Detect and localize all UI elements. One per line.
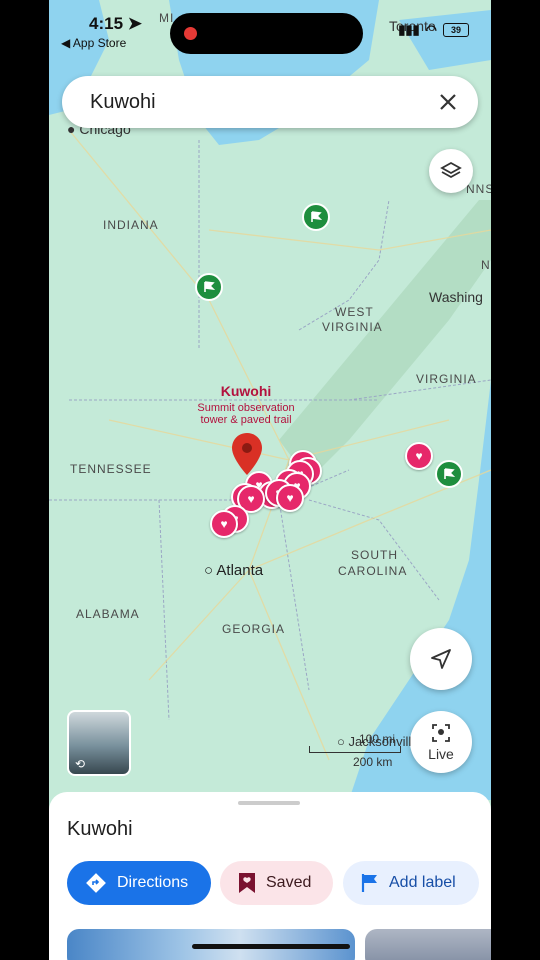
- saved-label: Saved: [266, 874, 312, 891]
- status-time: 4:15 ➤: [89, 14, 143, 33]
- live-view-icon: [432, 724, 450, 742]
- search-query[interactable]: Kuwohi: [90, 91, 156, 114]
- label-pennsylvania-fragment: NNSY: [466, 182, 491, 196]
- state-label-west-virginia: WEST: [335, 305, 374, 319]
- rotate-360-icon: ⟲: [75, 757, 86, 771]
- state-label-south-carolina-2: CAROLINA: [338, 564, 408, 578]
- recording-indicator-icon: [184, 27, 197, 40]
- state-label-alabama: ALABAMA: [76, 607, 140, 621]
- battery-icon: 39: [443, 23, 469, 37]
- my-location-button[interactable]: [410, 628, 472, 690]
- saved-bookmark-icon: [239, 873, 255, 893]
- live-view-label: Live: [428, 746, 454, 762]
- state-label-tennessee: TENNESSEE: [70, 462, 152, 476]
- add-label-button[interactable]: Add label: [343, 861, 479, 905]
- place-title: Kuwohi: [67, 818, 133, 840]
- state-label-west-virginia-2: VIRGINIA: [322, 320, 383, 334]
- saved-button[interactable]: Saved: [220, 861, 333, 905]
- poi-desc-line1: Summit observation: [197, 402, 295, 414]
- status-icons: ▮▮▮ ◠ 39: [398, 22, 469, 38]
- poi-name: Kuwohi: [220, 383, 272, 399]
- state-label-indiana: INDIANA: [103, 218, 159, 232]
- directions-icon: [86, 873, 106, 893]
- phone-screen: ● Chicago Toronto MI NNSY N INDIANA WEST…: [49, 0, 491, 960]
- state-label-virginia: VIRGINIA: [416, 372, 477, 386]
- place-bottom-sheet[interactable]: Kuwohi Directions Saved Add label: [49, 792, 491, 960]
- wifi-icon: ◠: [425, 22, 437, 37]
- flag-marker-icon[interactable]: [435, 460, 463, 488]
- flag-icon: [361, 874, 377, 892]
- layers-button[interactable]: [429, 149, 473, 193]
- navigation-arrow-icon: [431, 649, 451, 669]
- location-arrow-icon: ➤: [127, 14, 143, 33]
- back-to-app-store[interactable]: ◀ App Store: [61, 36, 126, 50]
- saved-place-heart-icon[interactable]: ♥: [276, 484, 304, 512]
- city-label-washington: Washing: [429, 289, 483, 305]
- street-view-thumbnail[interactable]: ⟲: [67, 710, 131, 776]
- saved-place-heart-icon[interactable]: ♥: [210, 510, 238, 538]
- home-indicator[interactable]: [192, 944, 350, 949]
- label-n-fragment: N: [481, 258, 491, 272]
- dynamic-island: [170, 13, 363, 54]
- add-label-text: Add label: [389, 874, 456, 891]
- directions-button[interactable]: Directions: [67, 861, 211, 905]
- city-label-jacksonville: ○ Jacksonvill: [337, 734, 412, 749]
- place-photo-2[interactable]: [365, 929, 491, 960]
- close-icon[interactable]: [436, 90, 460, 114]
- cellular-signal-icon: ▮▮▮: [398, 22, 420, 37]
- city-label-atlanta: ○ Atlanta: [204, 562, 264, 579]
- layers-icon: [440, 161, 462, 179]
- map-pin-icon[interactable]: [232, 433, 262, 475]
- poi-desc-line2: tower & paved trail: [200, 414, 292, 426]
- state-label-georgia: GEORGIA: [222, 622, 286, 636]
- sheet-drag-handle[interactable]: [238, 801, 300, 805]
- scale-km: 200 km: [353, 755, 393, 769]
- poi-label[interactable]: Kuwohi Summit observation tower & paved …: [179, 383, 313, 426]
- state-label-south-carolina: SOUTH: [351, 548, 398, 562]
- directions-label: Directions: [117, 874, 189, 891]
- search-bar[interactable]: Kuwohi: [62, 76, 478, 128]
- saved-place-heart-icon[interactable]: ♥: [405, 442, 433, 470]
- flag-marker-icon[interactable]: [302, 203, 330, 231]
- flag-marker-icon[interactable]: [195, 273, 223, 301]
- live-view-button[interactable]: Live: [410, 711, 472, 773]
